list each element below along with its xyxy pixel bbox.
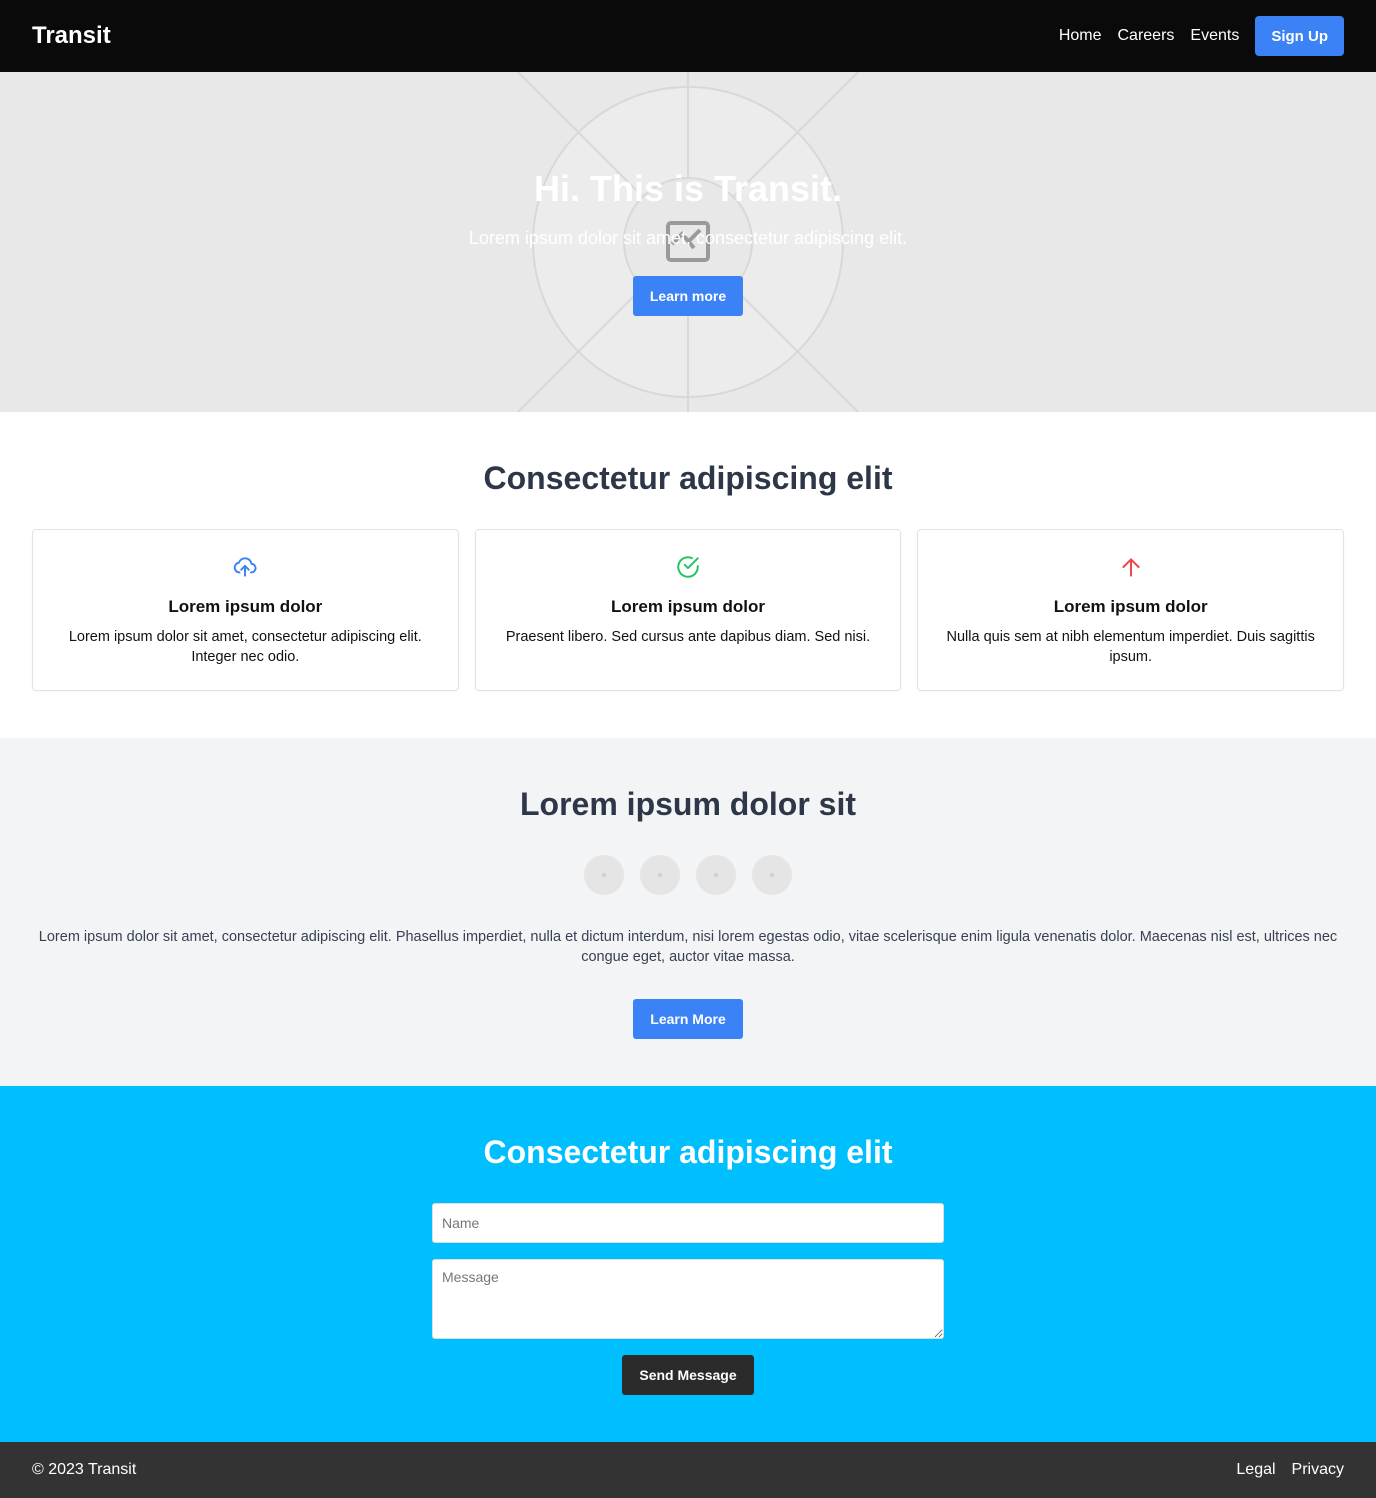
message-textarea[interactable] [432,1259,944,1339]
avatar [640,855,680,895]
about-title: Lorem ipsum dolor sit [519,786,857,822]
cloud-upload-icon [234,557,257,577]
nav-link-home[interactable]: Home [1059,27,1102,45]
feature-card-title: Lorem ipsum dolor [168,597,323,616]
avatar-row [0,855,1376,895]
feature-card: Lorem ipsum dolor Lorem ipsum dolor sit … [32,529,459,691]
contact-section: Consectetur adipiscing elit Send Message [0,1086,1376,1442]
sign-up-button[interactable]: Sign Up [1255,16,1344,56]
features-section: Consectetur adipiscing elit Lorem ipsum … [0,412,1376,738]
features-title: Consectetur adipiscing elit [483,460,893,496]
hero-section: Hi. This is Transit. Lorem ipsum dolor s… [0,72,1376,412]
hero-learn-more-button[interactable]: Learn more [633,276,743,316]
feature-card: Lorem ipsum dolor Nulla quis sem at nibh… [917,529,1345,691]
avatar [696,855,736,895]
hero-content: Hi. This is Transit. Lorem ipsum dolor s… [0,72,1376,412]
hero-title: Hi. This is Transit. [533,168,843,209]
contact-title: Consectetur adipiscing elit [483,1134,893,1170]
about-text: Lorem ipsum dolor sit amet, consectetur … [38,929,1338,965]
nav-link-events[interactable]: Events [1190,27,1239,45]
footer-links: Legal Privacy [1236,1461,1344,1479]
feature-card-title: Lorem ipsum dolor [611,597,765,616]
top-navbar: Transit Home Careers Events Sign Up [0,0,1376,72]
about-section: Lorem ipsum dolor sit Lorem ipsum dolor … [0,738,1376,1086]
footer: © 2023 Transit Legal Privacy [0,1442,1376,1498]
feature-card: Lorem ipsum dolor Praesent libero. Sed c… [474,529,902,691]
avatar [584,855,624,895]
nav-link-careers[interactable]: Careers [1118,27,1175,45]
brand-logo[interactable]: Transit [32,22,111,50]
send-message-button[interactable]: Send Message [622,1355,754,1395]
footer-link-legal[interactable]: Legal [1236,1461,1275,1479]
arrow-up-icon [1122,558,1140,577]
contact-form: Send Message [432,1203,944,1395]
footer-link-privacy[interactable]: Privacy [1292,1461,1344,1479]
feature-cards: Lorem ipsum dolor Lorem ipsum dolor sit … [0,529,1376,691]
name-input[interactable] [432,1203,944,1243]
feature-card-title: Lorem ipsum dolor [1053,597,1208,616]
avatar [752,855,792,895]
feature-card-text: Praesent libero. Sed cursus ante dapibus… [505,629,871,645]
about-learn-more-button[interactable]: Learn More [633,999,743,1039]
check-circle-icon [677,556,699,578]
feature-card-text: Lorem ipsum dolor sit amet, consectetur … [68,629,422,665]
copyright-text: © 2023 Transit [32,1461,137,1478]
hero-subtitle: Lorem ipsum dolor sit amet, consectetur … [468,228,908,248]
nav-links: Home Careers Events Sign Up [1059,16,1344,56]
feature-card-text: Nulla quis sem at nibh elementum imperdi… [946,629,1315,665]
